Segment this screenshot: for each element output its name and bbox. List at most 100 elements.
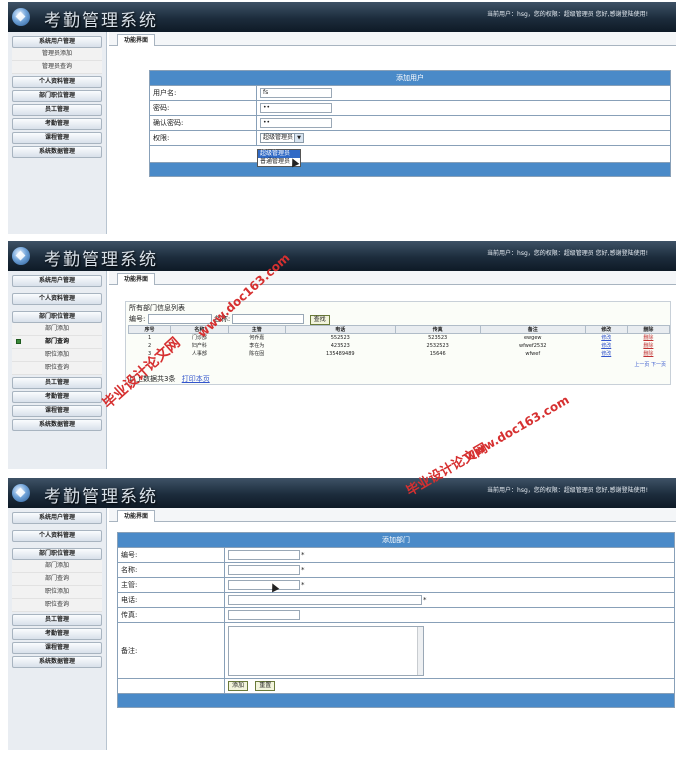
menu-system-user[interactable]: 系统用户管理 [12,275,102,287]
menu-position-add[interactable]: 职位添加 [12,586,102,599]
col-phone: 电话 [285,325,396,334]
search-name-input[interactable] [232,314,305,324]
button-row-spacer [117,678,225,694]
add-button[interactable]: 添加 [228,681,249,691]
menu-position-query[interactable]: 职位查询 [12,362,102,375]
table-header-row: 序号 名称 主管 电话 传真 备注 修改 删除 [127,325,671,334]
active-bullet-icon [16,339,21,344]
form-footer [117,693,675,708]
cell-manager: 李在为 [249,343,265,349]
list-title: 所有部门信息列表 [129,304,185,312]
password-input[interactable]: •• [260,103,332,113]
menu-system-user[interactable]: 系统用户管理 [12,36,102,48]
menu-admin-add[interactable]: 管理员添加 [12,48,102,61]
cell-manager: 何乔嘉 [249,335,265,342]
form-header: 添加用户 [149,70,671,86]
dept-fax-input[interactable] [228,610,300,620]
dept-manager-input[interactable] [228,580,300,590]
cell-name: 人事部 [191,351,207,357]
dept-manager-label: 主管: [117,577,225,593]
empty-row [149,145,671,163]
dept-id-input[interactable] [228,550,300,560]
cell-note: ewgew [523,334,542,341]
col-index: 序号 [127,325,172,334]
menu-attendance[interactable]: 考勤管理 [12,391,102,403]
print-link[interactable]: 打印本页 [182,375,210,383]
menu-employee[interactable]: 员工管理 [12,104,102,116]
menu-employee[interactable]: 员工管理 [12,377,102,389]
app-title: 考勤管理系统 [44,11,158,31]
search-name-label: 名称: [213,315,231,323]
menu-personal[interactable]: 个人资料管理 [12,293,102,305]
tab-strip: 功能界面 [109,271,676,285]
tab-function[interactable]: 功能界面 [117,273,156,285]
cell-name: 门诊部 [191,335,207,342]
scrollbar[interactable] [417,626,423,675]
menu-course[interactable]: 课程管理 [12,132,102,144]
menu-dept-query[interactable]: 部门查询 [12,336,102,349]
menu-personal[interactable]: 个人资料管理 [12,76,102,88]
menu-position-add[interactable]: 职位添加 [12,349,102,362]
menu-dept-position[interactable]: 部门职位管理 [12,311,102,323]
menu-attendance[interactable]: 考勤管理 [12,628,102,640]
password-label: 密码: [149,100,257,116]
menu-employee[interactable]: 员工管理 [12,614,102,626]
menu-position-query[interactable]: 职位查询 [12,599,102,612]
menu-dept-position[interactable]: 部门职位管理 [12,90,102,102]
table-row: 3 人事部 陈在固 135489489 15646 wfwef 修改 删除 [129,350,670,358]
col-note: 备注 [479,325,586,334]
delete-link[interactable]: 删除 [643,351,653,357]
tab-function[interactable]: 功能界面 [117,34,156,46]
cell-index: 3 [147,350,152,357]
list-summary: 以上数据共3条 打印本页 [129,374,210,384]
menu-personal[interactable]: 个人资料管理 [12,530,102,542]
dept-fax-label: 传真: [117,607,225,623]
role-select[interactable]: 超级管理员 ▼ [260,133,304,143]
menu-dept-add[interactable]: 部门添加 [12,323,102,336]
title-bar: 考勤管理系统 当前用户：hsg，您的权限：超级管理员 您好,感谢登陆使用! [8,478,676,508]
dept-phone-input[interactable] [228,595,422,605]
edit-link[interactable]: 修改 [601,351,611,357]
sidebar: 系统用户管理 个人资料管理 部门职位管理 部门添加 部门查询 职位添加 职位查询… [8,271,107,469]
cell-manager: 陈在固 [249,351,265,357]
username-input[interactable]: fs [260,88,332,98]
edit-link[interactable]: 修改 [601,343,611,349]
col-delete: 删除 [626,325,671,334]
cell-phone: 552523 [330,334,350,341]
col-name: 名称 [170,325,229,334]
pager[interactable]: 上一页 下一页 [634,361,666,368]
menu-system-data[interactable]: 系统数据管理 [12,419,102,431]
menu-system-data[interactable]: 系统数据管理 [12,656,102,668]
menu-system-data[interactable]: 系统数据管理 [12,146,102,158]
dept-list-box: 所有部门信息列表 编号: 名称: 查找 序号 名称 主管 电话 传真 备注 修改… [125,301,671,385]
delete-link[interactable]: 删除 [643,335,653,341]
cell-phone: 423523 [330,342,350,349]
dept-name-input[interactable] [228,565,300,575]
record-count: 以上数据共3条 [129,375,176,383]
table-row: 2 妇产科 李在为 423523 2532523 wfwef2532 修改 删除 [129,342,670,350]
confirm-password-input[interactable]: •• [260,118,332,128]
edit-link[interactable]: 修改 [601,335,611,341]
tab-function[interactable]: 功能界面 [117,510,156,522]
app-logo-icon [12,484,30,502]
app-logo-icon [12,247,30,265]
search-button[interactable]: 查找 [309,315,330,325]
cell-fax: 15646 [429,350,446,357]
menu-admin-query[interactable]: 管理员查询 [12,61,102,74]
menu-system-user[interactable]: 系统用户管理 [12,512,102,524]
delete-link[interactable]: 删除 [643,343,653,349]
menu-dept-position[interactable]: 部门职位管理 [12,548,102,560]
reset-button[interactable]: 重置 [255,681,276,691]
dept-note-textarea[interactable] [228,625,424,676]
cell-fax: 523523 [428,334,448,341]
search-id-input[interactable] [147,314,212,324]
menu-course[interactable]: 课程管理 [12,642,102,654]
menu-dept-query[interactable]: 部门查询 [12,573,102,586]
menu-dept-add[interactable]: 部门添加 [12,560,102,573]
app-title: 考勤管理系统 [44,250,158,270]
dept-id-label: 编号: [117,547,225,563]
menu-course[interactable]: 课程管理 [12,405,102,417]
cell-fax: 2532523 [426,342,449,349]
menu-attendance[interactable]: 考勤管理 [12,118,102,130]
chevron-down-icon[interactable]: ▼ [294,134,303,142]
